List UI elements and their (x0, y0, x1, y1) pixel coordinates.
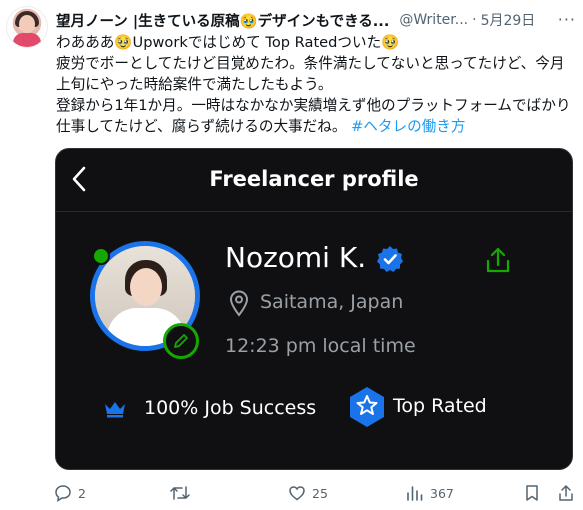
share-button[interactable] (558, 484, 580, 502)
online-indicator (92, 247, 110, 265)
job-success: 100% Job Success (144, 397, 317, 419)
retweet-icon (170, 486, 190, 500)
location-icon (229, 290, 249, 317)
crown-icon (105, 402, 125, 418)
tweet-header: 望月ノーン |生きている原稿🥹デザインもできる... @Writer... · … (56, 10, 576, 30)
profile-topbar: Freelancer profile (56, 149, 572, 212)
separator-dot: · (472, 12, 477, 28)
like-button[interactable]: 25 (288, 484, 328, 502)
hashtag-link[interactable]: #ヘタレの働き方 (351, 118, 465, 135)
tweet-line-2: 疲労でボーとしてたけど目覚めたわ。条件満たしてないと思ってたけど、今月上旬にやっ… (56, 55, 565, 93)
reply-count: 2 (78, 485, 86, 501)
freelancer-name: Nozomi K. (225, 241, 367, 274)
location-text: Saitama, Japan (260, 291, 404, 313)
edit-photo-button (163, 323, 199, 359)
bookmark-button[interactable] (524, 484, 546, 502)
tweet-actions: 2 25 367 (54, 484, 574, 504)
tweet-line-3: 登録から1年1か月。一時はなかなか実績増えず他のプラットフォームでばかり仕事して… (56, 95, 576, 137)
avatar[interactable] (6, 6, 48, 48)
author-name[interactable]: 望月ノーン |生きている原稿🥹デザインもできる... (56, 10, 389, 31)
like-count: 25 (312, 485, 328, 501)
verified-icon (377, 246, 403, 272)
export-icon (486, 247, 510, 273)
views-count: 367 (430, 485, 454, 501)
attached-image[interactable]: Freelancer profile Nozomi K. Saitama, Ja… (55, 148, 573, 470)
profile-title: Freelancer profile (209, 167, 419, 191)
tweet-line-1: わあああ🥹Upworkではじめて Top Ratedついた🥹 (56, 34, 400, 51)
more-options-icon[interactable]: ··· (558, 10, 576, 29)
like-icon (289, 486, 305, 501)
author-handle[interactable]: @Writer... (399, 12, 468, 28)
reply-button[interactable]: 2 (54, 484, 86, 502)
views-icon (407, 486, 423, 501)
tweet-date[interactable]: 5月29日 (481, 10, 536, 30)
share-icon (559, 485, 573, 501)
tweet-line-3-text: 登録から1年1か月。一時はなかなか実績増えず他のプラットフォームでばかり仕事して… (56, 97, 571, 135)
retweet-button[interactable] (170, 484, 196, 502)
top-rated-badge-icon (350, 387, 384, 427)
views-button[interactable]: 367 (406, 484, 454, 502)
tweet-text: わあああ🥹Upworkではじめて Top Ratedついた🥹 疲労でボーとしてた… (56, 32, 576, 137)
edit-icon (174, 334, 188, 348)
bookmark-icon (526, 485, 538, 501)
reply-icon (55, 485, 71, 502)
local-time: 12:23 pm local time (225, 335, 416, 357)
top-rated-label: Top Rated (393, 395, 487, 417)
